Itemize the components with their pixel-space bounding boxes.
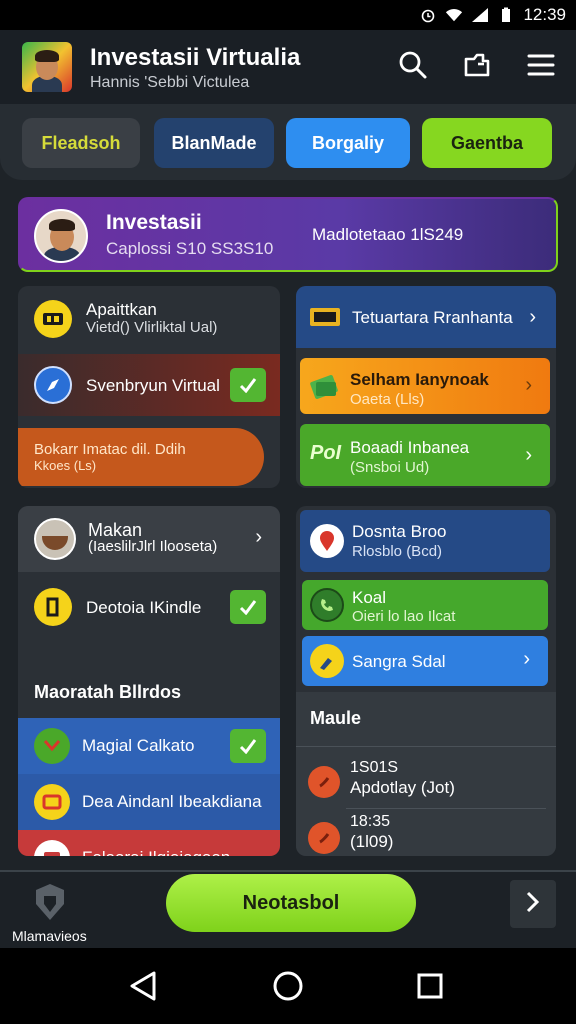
profile-card[interactable]: Investasii Caplossi S10 SS3S10 Madloteta… [18, 197, 558, 272]
chevron-right-icon [525, 890, 541, 919]
hamburger-menu-icon [527, 52, 555, 83]
ticket-icon [310, 308, 340, 326]
alarm-icon [419, 7, 437, 23]
event-item[interactable]: 1S01S Apdotlay (Jot) [296, 754, 556, 804]
wifi-icon [445, 7, 463, 23]
bottom-action-bar: Mlamavieos Neotasbol [0, 870, 576, 948]
list-item[interactable]: Dea Aindanl Ibeakdiana [18, 774, 280, 830]
battery-icon [497, 7, 515, 23]
list-item[interactable]: Magial Calkato [18, 718, 280, 774]
pin-icon [310, 524, 344, 558]
clock-icon [308, 822, 340, 854]
back-triangle-icon [128, 971, 158, 1006]
chevron-right-icon: › [525, 374, 532, 396]
primary-action-button[interactable]: Neotasbol [166, 874, 416, 932]
list-item[interactable]: Folaarai Ilgieiagaan [18, 830, 280, 856]
chevron-right-icon: › [525, 444, 532, 466]
list-item[interactable]: Sangra Sdal › [302, 636, 548, 686]
filter-chip-bar: Fleadsoh BlanMade Borgaliy Gaentba [0, 104, 576, 180]
recents-button[interactable] [416, 972, 444, 1005]
check-circle-icon [34, 728, 70, 764]
system-nav-bar [0, 948, 576, 1024]
check-icon[interactable] [230, 590, 266, 624]
chevron-right-icon: › [523, 648, 530, 670]
check-icon[interactable] [230, 368, 266, 402]
ticket-icon [34, 300, 72, 338]
home-circle-icon [272, 971, 304, 1006]
list-item[interactable]: Selham Ianynoak Oaeta (Lls) › [300, 358, 550, 414]
section-title: Maoratah Bllrdos [34, 682, 182, 702]
next-button[interactable] [510, 880, 556, 928]
share-button[interactable] [460, 50, 494, 84]
clock-icon [308, 766, 340, 798]
profile-detail: Caplossi S10 SS3S10 [106, 239, 274, 258]
avatar[interactable] [22, 42, 72, 92]
list-item[interactable]: Dosnta Broo Rlosblo (Bcd) [300, 510, 550, 572]
ticket-icon [34, 840, 70, 856]
list-item[interactable]: Bokarr Imatac dil. Ddih Kkoes (Ls) [18, 428, 264, 486]
signal-icon [471, 7, 489, 23]
left-panel-top: Apaittkan Vietd() Vlirliktal Ual) Svenbr… [18, 286, 280, 488]
chip-blanmade[interactable]: BlanMade [154, 118, 274, 168]
right-panel-top: Tetuartara Rranhanta › Selham Ianynoak O… [296, 286, 556, 488]
back-button[interactable] [128, 970, 158, 1007]
phone-icon [310, 588, 344, 622]
paint-icon [310, 644, 344, 678]
list-item[interactable]: Apaittkan Vietd() Vlirliktal Ual) [18, 286, 280, 350]
section-title: Maule [310, 708, 362, 728]
money-icon [310, 370, 340, 402]
schedule-section: Maule 1S01S Apdotlay (Jot) 18:35 (1l09) [296, 692, 556, 856]
list-item[interactable]: Koal Oieri lo lao Ilcat [302, 580, 548, 630]
app-logo-label: Mlamavieos [12, 928, 87, 944]
list-item[interactable]: PoI Boaadi Inbanea (Snsboi Ud) › [300, 424, 550, 486]
page-title: Investasii Virtualia [90, 44, 301, 71]
right-panel-bottom: Dosnta Broo Rlosblo (Bcd) Koal Oieri lo … [296, 506, 556, 856]
ticket-icon [34, 784, 70, 820]
search-button[interactable] [396, 50, 430, 84]
list-item[interactable]: Tetuartara Rranhanta › [296, 286, 556, 348]
list-item[interactable]: Deotoia IKindle [18, 578, 280, 638]
tag-icon [34, 588, 72, 626]
chip-borgaliy[interactable]: Borgaliy [286, 118, 410, 168]
check-icon[interactable] [230, 729, 266, 763]
app-logo-icon[interactable] [30, 882, 70, 922]
app-header: Investasii Virtualia Hannis 'Sebbi Victu… [0, 30, 576, 104]
list-item[interactable]: Svenbryun Virtual [18, 354, 280, 416]
compass-icon [34, 366, 72, 404]
recents-square-icon [416, 973, 444, 1004]
clock: 12:39 [523, 5, 566, 24]
chevron-right-icon: › [255, 526, 262, 548]
chip-fleadsoh[interactable]: Fleadsoh [22, 118, 140, 168]
chip-gaentba[interactable]: Gaentba [422, 118, 552, 168]
app-screen: Investasii Virtualia Hannis 'Sebbi Victu… [0, 30, 576, 948]
list-item[interactable]: Makan (IaeslilrJlrl Ilooseta) › [18, 506, 280, 572]
page-subtitle: Hannis 'Sebbi Victulea [90, 74, 250, 91]
poi-icon: PoI [310, 442, 342, 464]
chevron-right-icon: › [529, 306, 536, 328]
profile-name: Investasii [106, 211, 202, 234]
profile-stat: Madlotetaao 1lS249 [312, 225, 464, 244]
profile-avatar [34, 209, 88, 263]
food-icon [34, 518, 76, 560]
event-item[interactable]: 18:35 (1l09) [296, 812, 556, 856]
share-icon [462, 50, 492, 85]
search-icon [398, 50, 428, 85]
left-panel-bottom: Makan (IaeslilrJlrl Ilooseta) › Deotoia … [18, 506, 280, 856]
home-button[interactable] [272, 970, 304, 1007]
menu-button[interactable] [524, 50, 558, 84]
status-bar: 12:39 [0, 0, 576, 30]
